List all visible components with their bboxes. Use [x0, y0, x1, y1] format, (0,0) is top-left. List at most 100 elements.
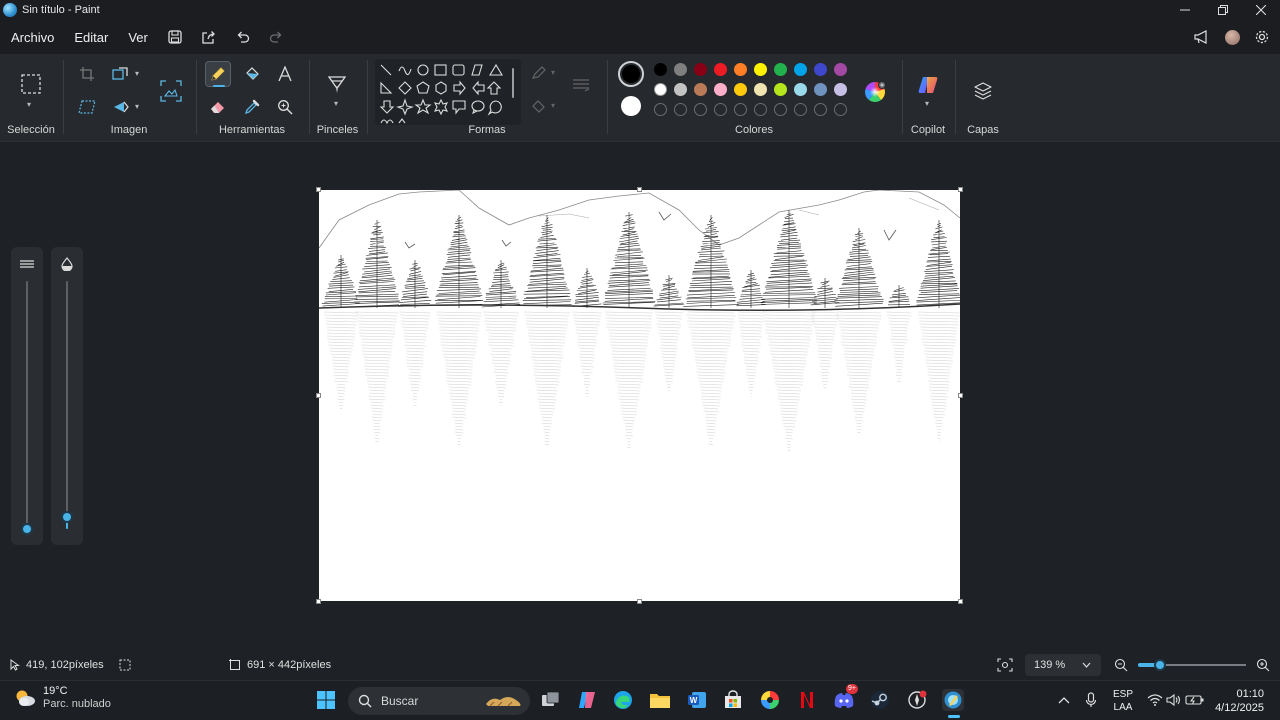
flip-button[interactable] — [108, 94, 134, 120]
palette-color-swatch[interactable] — [774, 63, 787, 76]
palette-color-swatch[interactable] — [654, 63, 667, 76]
selection-button[interactable] — [18, 71, 44, 97]
app-button[interactable] — [906, 689, 928, 711]
zoom-in-button[interactable] — [1256, 650, 1270, 680]
netflix-button[interactable] — [796, 689, 818, 711]
palette-color-swatch[interactable] — [734, 63, 747, 76]
announcement-button[interactable] — [1190, 23, 1214, 51]
settings-button[interactable] — [1250, 23, 1274, 51]
fit-to-window-button[interactable] — [997, 650, 1013, 680]
skew-button[interactable] — [74, 94, 100, 120]
task-view-button[interactable] — [540, 689, 562, 711]
resize-handle[interactable] — [637, 599, 642, 604]
shapes-scrollbar[interactable] — [512, 68, 514, 98]
slider-knob[interactable] — [21, 523, 33, 535]
discord-button[interactable]: 9+ — [833, 684, 858, 711]
palette-color-swatch[interactable] — [754, 83, 767, 96]
fill-tool-button[interactable] — [239, 61, 265, 87]
resize-handle[interactable] — [316, 187, 321, 192]
close-button[interactable] — [1242, 0, 1280, 20]
palette-color-swatch[interactable] — [814, 83, 827, 96]
copilot-button[interactable] — [915, 72, 941, 98]
palette-color-swatch[interactable] — [834, 63, 847, 76]
crop-button[interactable] — [74, 61, 100, 87]
word-button[interactable]: W — [686, 689, 708, 711]
opacity-slider[interactable] — [51, 247, 83, 545]
account-button[interactable] — [1220, 23, 1244, 51]
text-tool-button[interactable] — [272, 61, 298, 87]
layers-button[interactable] — [970, 78, 996, 104]
paint-taskbar-button[interactable] — [942, 689, 964, 718]
chevron-down-icon[interactable]: ▾ — [27, 100, 31, 109]
restore-button[interactable] — [1204, 0, 1242, 20]
menu-archivo[interactable]: Archivo — [1, 23, 64, 51]
menu-ver[interactable]: Ver — [118, 23, 158, 51]
language-indicator[interactable]: ESP LAA — [1110, 688, 1136, 714]
custom-color-slot[interactable] — [774, 103, 787, 116]
custom-color-slot[interactable] — [754, 103, 767, 116]
share-button[interactable] — [192, 23, 226, 51]
palette-color-swatch[interactable] — [694, 83, 707, 96]
chevron-down-icon[interactable]: ▾ — [925, 99, 929, 108]
chevron-down-icon[interactable]: ▾ — [551, 68, 555, 77]
system-clock[interactable]: 01:10 4/12/2025 — [1215, 687, 1264, 715]
resize-handle[interactable] — [958, 187, 963, 192]
custom-color-slot[interactable] — [794, 103, 807, 116]
palette-color-swatch[interactable] — [714, 63, 727, 76]
photos-button[interactable] — [759, 689, 781, 711]
custom-color-slot[interactable] — [674, 103, 687, 116]
minimize-button[interactable] — [1166, 0, 1204, 20]
volume-button[interactable] — [1163, 689, 1185, 711]
brushes-button[interactable] — [324, 72, 350, 98]
menu-editar[interactable]: Editar — [64, 23, 118, 51]
shape-stroke-size-button[interactable] — [568, 72, 594, 98]
resize-handle[interactable] — [316, 393, 321, 398]
chevron-down-icon[interactable]: ▾ — [135, 69, 139, 78]
microsoft-store-button[interactable] — [722, 689, 744, 711]
slider-knob[interactable] — [61, 510, 73, 523]
resize-handle[interactable] — [637, 187, 642, 192]
save-button[interactable] — [158, 23, 192, 51]
resize-handle[interactable] — [958, 599, 963, 604]
primary-color-button[interactable] — [618, 61, 644, 87]
copilot-taskbar-button[interactable] — [576, 689, 598, 711]
undo-button[interactable] — [226, 23, 260, 51]
microphone-button[interactable] — [1080, 689, 1102, 711]
shapes-gallery[interactable] — [375, 59, 521, 125]
redo-button[interactable] — [260, 23, 294, 51]
shape-fill-button[interactable] — [526, 93, 552, 119]
palette-color-swatch[interactable] — [654, 83, 667, 96]
palette-color-swatch[interactable] — [714, 83, 727, 96]
resize-handle[interactable] — [316, 599, 321, 604]
resize-handle[interactable] — [958, 393, 963, 398]
weather-widget[interactable]: 19°C Parc. nublado — [14, 685, 111, 711]
palette-color-swatch[interactable] — [794, 83, 807, 96]
edit-colors-button[interactable] — [862, 79, 888, 105]
eraser-tool-button[interactable] — [205, 94, 231, 120]
palette-color-swatch[interactable] — [674, 83, 687, 96]
palette-color-swatch[interactable] — [734, 83, 747, 96]
brush-size-slider[interactable] — [11, 247, 43, 545]
resize-button[interactable] — [108, 61, 134, 87]
color-picker-tool-button[interactable] — [239, 94, 265, 120]
edge-button[interactable] — [612, 689, 634, 711]
custom-color-slot[interactable] — [734, 103, 747, 116]
custom-color-slot[interactable] — [714, 103, 727, 116]
zoom-dropdown[interactable]: 139 % — [1025, 654, 1101, 676]
drawing-canvas[interactable] — [316, 187, 963, 604]
palette-color-swatch[interactable] — [754, 63, 767, 76]
custom-color-slot[interactable] — [694, 103, 707, 116]
custom-color-slot[interactable] — [654, 103, 667, 116]
zoom-out-button[interactable] — [1114, 650, 1128, 680]
steam-button[interactable] — [869, 689, 891, 711]
file-explorer-button[interactable] — [649, 689, 671, 711]
zoom-slider-knob[interactable] — [1153, 659, 1166, 671]
palette-color-swatch[interactable] — [674, 63, 687, 76]
show-hidden-icons-button[interactable] — [1053, 689, 1075, 711]
palette-color-swatch[interactable] — [834, 83, 847, 96]
chevron-down-icon[interactable]: ▾ — [551, 101, 555, 110]
custom-color-slot[interactable] — [834, 103, 847, 116]
palette-color-swatch[interactable] — [794, 63, 807, 76]
taskbar-search-box[interactable]: Buscar — [348, 687, 530, 715]
image-edit-button[interactable] — [158, 78, 184, 104]
